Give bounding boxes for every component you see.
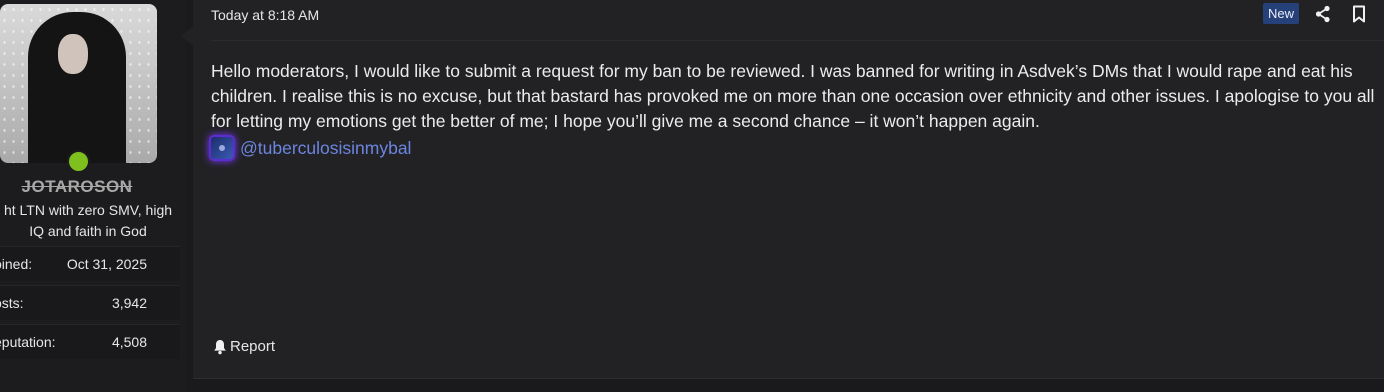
user-avatar[interactable] xyxy=(0,4,157,163)
bell-icon xyxy=(214,339,226,354)
new-badge: New xyxy=(1263,3,1300,24)
stat-posts-value[interactable]: 3,942 xyxy=(112,295,147,311)
stat-posts-label: osts: xyxy=(0,295,24,311)
report-label: Report xyxy=(230,338,276,355)
stat-joined: oined: Oct 31, 2025 xyxy=(0,246,180,281)
stat-joined-label: oined: xyxy=(0,256,33,272)
username-link[interactable]: JOTAROSON xyxy=(0,177,154,197)
post-header-divider xyxy=(211,40,1384,41)
post-timestamp[interactable]: Today at 8:18 AM xyxy=(211,7,319,23)
avatar-face xyxy=(58,34,88,74)
online-status-indicator xyxy=(67,150,90,173)
share-icon[interactable] xyxy=(1314,5,1332,23)
user-sidebar: JOTAROSON ht LTN with zero SMV, high IQ … xyxy=(0,0,186,392)
user-title-line-1: ht LTN with zero SMV, high xyxy=(3,202,173,218)
mention-link[interactable]: @tuberculosisinmybal xyxy=(240,138,411,159)
user-title: ht LTN with zero SMV, high IQ and faith … xyxy=(0,200,186,242)
stat-reputation-label: eputation: xyxy=(0,334,56,350)
post-container: Today at 8:18 AM New Hello moderators, I… xyxy=(193,0,1384,379)
post-body: Hello moderators, I would like to submit… xyxy=(211,61,1375,131)
user-mention[interactable]: @tuberculosisinmybal xyxy=(211,137,411,159)
mention-avatar[interactable] xyxy=(211,137,233,159)
stat-posts: osts: 3,942 xyxy=(0,285,180,320)
user-title-line-2: IQ and faith in God xyxy=(29,223,147,239)
report-button[interactable]: Report xyxy=(213,338,275,355)
post-pointer-arrow xyxy=(181,26,193,46)
bookmark-icon[interactable] xyxy=(1350,5,1368,23)
stat-reputation: eputation: 4,508 xyxy=(0,324,180,359)
stat-joined-value: Oct 31, 2025 xyxy=(66,256,147,272)
stat-reputation-value: 4,508 xyxy=(111,334,147,350)
